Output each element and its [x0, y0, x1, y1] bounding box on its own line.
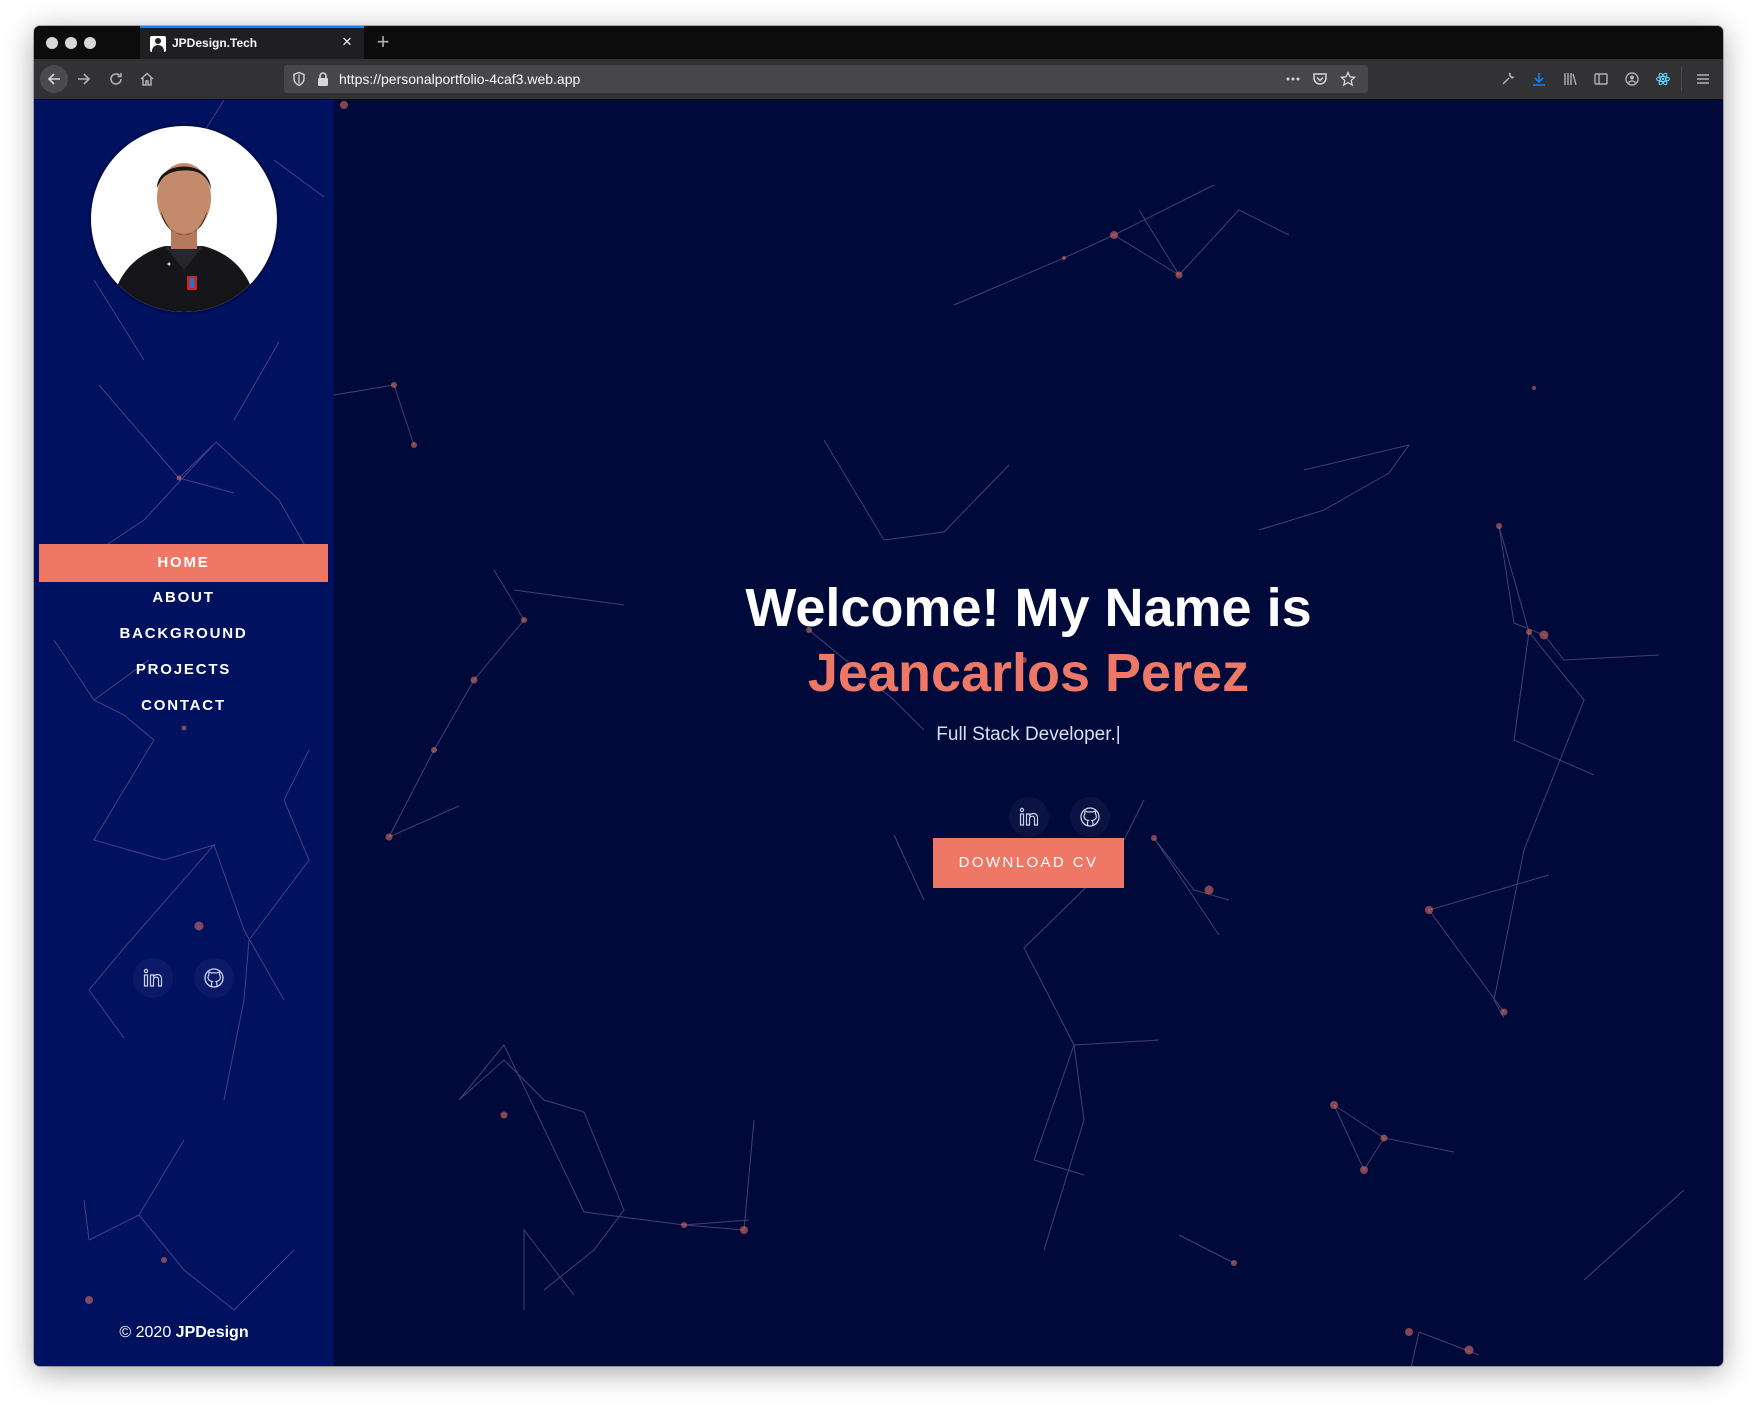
copyright-brand[interactable]: JPDesign	[176, 1324, 249, 1341]
library-icon[interactable]	[1562, 71, 1578, 87]
nav-projects[interactable]: PROJECTS	[39, 651, 328, 689]
minimize-window-button[interactable]	[65, 37, 77, 49]
home-icon[interactable]	[133, 65, 161, 93]
nav-background[interactable]: BACKGROUND	[39, 615, 328, 653]
new-tab-icon[interactable]: +	[370, 28, 396, 56]
tab-strip: JPDesign.Tech × +	[34, 26, 1723, 59]
maximize-window-button[interactable]	[84, 37, 96, 49]
hero-greeting: Welcome! My Name is	[745, 578, 1312, 638]
bookmark-star-icon[interactable]	[1340, 71, 1356, 87]
address-bar[interactable]: https://personalportfolio-4caf3.web.app	[284, 65, 1368, 93]
sidebar-github-icon[interactable]	[194, 958, 234, 998]
site-favicon-icon	[150, 36, 166, 52]
browser-window: JPDesign.Tech × + https://personalportfo…	[34, 26, 1723, 1366]
lock-icon[interactable]	[315, 71, 331, 87]
react-devtools-icon[interactable]	[1655, 71, 1671, 87]
hero-role: Full Stack Developer.|	[936, 724, 1121, 745]
reload-icon[interactable]	[102, 65, 130, 93]
tab-title: JPDesign.Tech	[172, 36, 258, 50]
close-window-button[interactable]	[46, 37, 58, 49]
developer-tools-icon[interactable]	[1500, 71, 1516, 87]
nav-home[interactable]: HOME	[39, 544, 328, 582]
back-icon[interactable]	[40, 65, 68, 93]
copyright-footer: © 2020 JPDesign	[34, 1324, 334, 1342]
url-text[interactable]: https://personalportfolio-4caf3.web.app	[339, 71, 580, 87]
copyright-text: © 2020	[119, 1324, 176, 1341]
portfolio-page: HOME ABOUT BACKGROUND PROJECTS CONTACT ©…	[34, 100, 1723, 1366]
profile-avatar	[91, 126, 277, 312]
nav-contact[interactable]: CONTACT	[39, 687, 328, 725]
hero-name: Jeancarlos Perez	[807, 643, 1250, 703]
browser-tab[interactable]: JPDesign.Tech ×	[140, 26, 364, 59]
account-icon[interactable]	[1624, 71, 1640, 87]
sidebar-linkedin-icon[interactable]	[133, 958, 173, 998]
hero-linkedin-icon[interactable]	[1009, 797, 1049, 837]
tracking-shield-icon[interactable]	[291, 71, 307, 87]
forward-icon[interactable]	[70, 65, 98, 93]
sidebar-toggle-icon[interactable]	[1593, 71, 1609, 87]
download-cv-button[interactable]: DOWNLOAD CV	[933, 838, 1124, 888]
page-actions-icon[interactable]	[1285, 71, 1301, 87]
toolbar-separator	[1681, 67, 1682, 91]
navigation-toolbar: https://personalportfolio-4caf3.web.app	[34, 59, 1723, 100]
downloads-icon[interactable]	[1531, 71, 1547, 87]
menu-hamburger-icon[interactable]	[1695, 71, 1711, 87]
hero-github-icon[interactable]	[1070, 797, 1110, 837]
nav-about[interactable]: ABOUT	[39, 579, 328, 617]
close-tab-icon[interactable]: ×	[338, 33, 356, 51]
pocket-icon[interactable]	[1312, 71, 1328, 87]
